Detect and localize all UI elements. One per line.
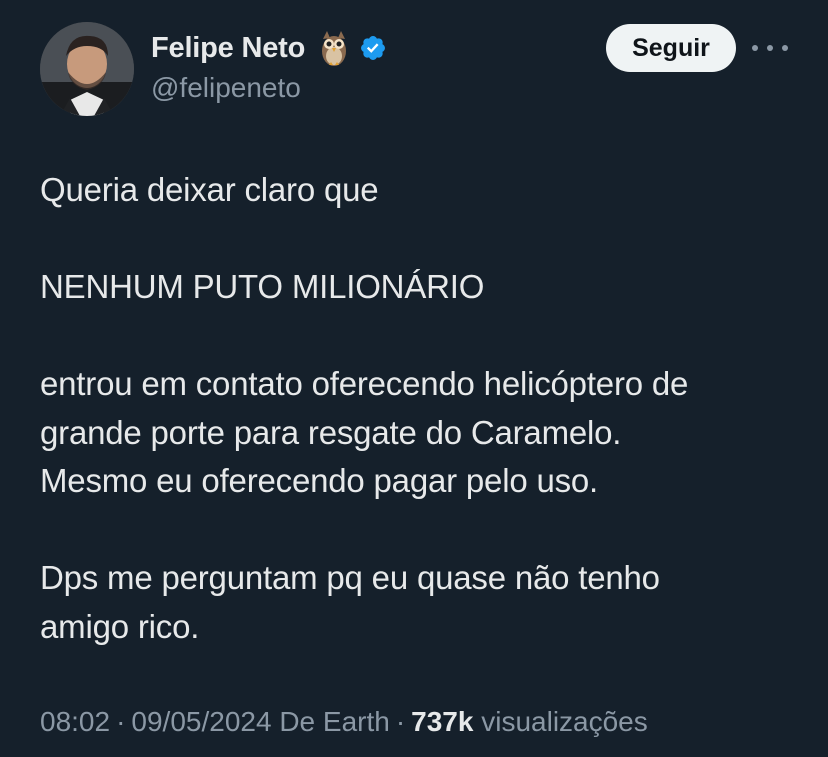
author-handle[interactable]: @felipeneto [151, 72, 301, 104]
more-options-icon[interactable] [752, 34, 788, 62]
tweet-line: Dps me perguntam pq eu quase não tenho [40, 559, 660, 596]
views-count[interactable]: 737k [411, 706, 473, 738]
views-label[interactable]: visualizações [481, 706, 648, 738]
tweet-metadata: 08:02 · 09/05/2024 De Earth · 737k visua… [40, 706, 648, 738]
meta-separator: · [116, 706, 126, 737]
more-dot [782, 45, 788, 51]
author-display-name[interactable]: Felipe Neto [151, 32, 305, 65]
tweet-line: amigo rico. [40, 607, 200, 645]
avatar[interactable] [40, 22, 134, 116]
tweet-line: Queria deixar claro que [40, 171, 379, 208]
tweet-time[interactable]: 08:02 [40, 706, 110, 738]
tweet-line: NENHUM PUTO MILIONÁRIO [40, 268, 485, 305]
follow-button[interactable]: Seguir [606, 24, 736, 72]
more-dot [752, 45, 758, 51]
tweet-date[interactable]: 09/05/2024 [131, 706, 271, 738]
meta-separator: · [395, 706, 406, 737]
tweet-line: entrou em contato oferecendo helicóptero… [40, 365, 689, 402]
verified-badge-icon [359, 34, 387, 62]
more-dot [767, 45, 773, 51]
tweet-source: De Earth [279, 706, 390, 737]
tweet-card: Felipe Neto @felipeneto Seguir Queria de… [0, 0, 828, 757]
tweet-line: Mesmo eu oferecendo pagar pelo uso. [40, 462, 599, 499]
tweet-line: grande porte para resgate do Caramelo. [40, 413, 622, 451]
author-name-row: Felipe Neto [151, 28, 387, 68]
tweet-text: Queria deixar claro que NENHUM PUTO MILI… [40, 166, 800, 651]
owl-emoji-icon [319, 29, 349, 67]
